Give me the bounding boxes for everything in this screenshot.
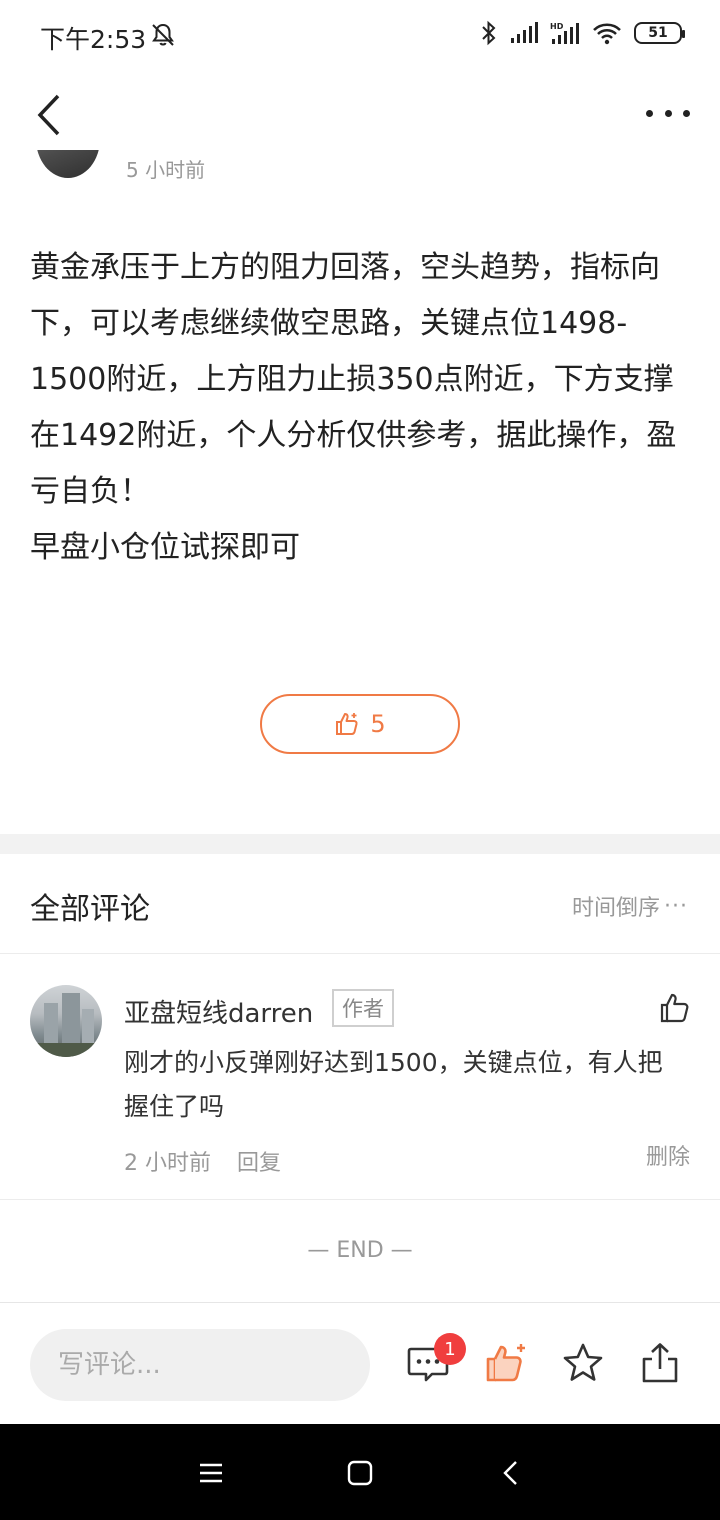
- post-content: 黄金承压于上方的阻力回落，空头趋势，指标向下，可以考虑继续做空思路，关键点位14…: [30, 240, 690, 576]
- battery-icon: 51: [634, 22, 685, 44]
- more-dots-icon[interactable]: [646, 106, 690, 120]
- sort-label: 时间倒序: [572, 896, 661, 921]
- comment-count-badge: 1: [434, 1333, 466, 1365]
- comments-title: 全部评论: [30, 892, 150, 927]
- thumbs-up-icon[interactable]: [658, 991, 692, 1025]
- comment-text: 刚才的小反弹刚好达到1500，关键点位，有人把握住了吗: [124, 1048, 663, 1121]
- share-icon[interactable]: [638, 1341, 682, 1385]
- hd-signal-icon: HD: [550, 22, 579, 44]
- ellipsis-icon: ···: [664, 893, 688, 919]
- comment-input[interactable]: [30, 1329, 370, 1401]
- bell-off-icon: [152, 23, 174, 46]
- star-icon[interactable]: [561, 1341, 605, 1385]
- dot: [664, 109, 672, 117]
- comment-time: 2 小时前: [124, 1151, 211, 1176]
- author-badge: 作者: [332, 989, 394, 1027]
- like-count: 5: [370, 710, 386, 738]
- avatar-ground: [30, 1043, 102, 1057]
- sort-button[interactable]: 时间倒序 ···: [572, 890, 688, 922]
- bluetooth-icon: [482, 20, 496, 46]
- top-nav: [0, 70, 720, 160]
- like-button[interactable]: 5: [260, 694, 460, 754]
- thumbs-up-icon[interactable]: [484, 1341, 528, 1385]
- delete-button[interactable]: 删除: [646, 1139, 690, 1171]
- bottom-action-bar: 1: [0, 1302, 720, 1424]
- section-divider: [0, 834, 720, 854]
- comment-meta: 2 小时前 回复: [124, 1145, 281, 1177]
- system-nav-bar: [0, 1424, 720, 1520]
- end-marker: — END —: [307, 1238, 413, 1263]
- menu-icon[interactable]: [196, 1458, 226, 1488]
- post-author-row: 5 小时前: [0, 150, 720, 190]
- svg-text:HD: HD: [550, 22, 564, 31]
- home-square-icon[interactable]: [345, 1458, 375, 1488]
- back-triangle-icon[interactable]: [496, 1458, 526, 1488]
- thumbs-up-icon: [336, 713, 358, 735]
- signal-icon: [511, 22, 538, 43]
- dot: [683, 109, 690, 117]
- status-bar: 下午2:53 HD 51: [0, 0, 720, 70]
- author-avatar[interactable]: [36, 150, 100, 178]
- chevron-left-icon[interactable]: [30, 92, 70, 138]
- wifi-icon: [593, 23, 621, 45]
- comments-header: 全部评论 时间倒序 ···: [0, 854, 720, 954]
- comment-item: 亚盘短线darren 作者 刚才的小反弹刚好达到1500，关键点位，有人把握住了…: [0, 955, 720, 1200]
- reply-button[interactable]: 回复: [237, 1145, 281, 1177]
- comment-author[interactable]: 亚盘短线darren: [124, 993, 313, 1030]
- battery-level: 51: [648, 25, 668, 41]
- status-icons: HD 51: [480, 20, 685, 46]
- post-paragraph: 早盘小仓位试探即可: [30, 530, 300, 565]
- dot: [646, 109, 653, 117]
- post-time: 5 小时前: [126, 158, 206, 182]
- post-paragraph: 黄金承压于上方的阻力回落，空头趋势，指标向下，可以考虑继续做空思路，关键点位14…: [30, 250, 677, 509]
- status-time: 下午2:53: [40, 25, 147, 54]
- avatar[interactable]: [30, 985, 102, 1057]
